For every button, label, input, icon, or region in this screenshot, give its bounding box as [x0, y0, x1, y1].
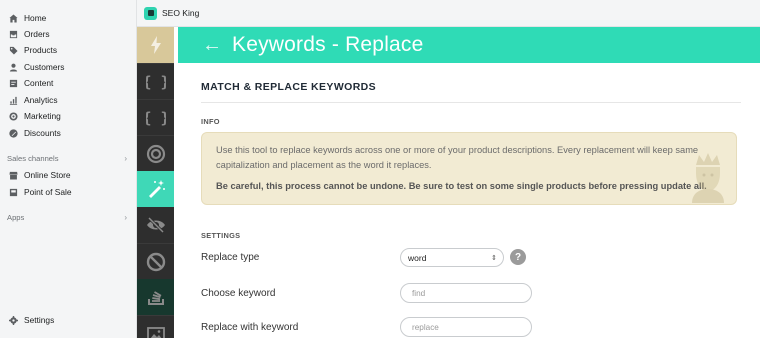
nav-label: Point of Sale: [24, 187, 72, 197]
nav-orders[interactable]: Orders: [8, 26, 50, 42]
select-arrows-icon: ⇕: [491, 254, 497, 262]
gear-icon: [8, 315, 18, 325]
lightning-icon: [150, 36, 161, 54]
nav-label: Customers: [24, 62, 65, 72]
nav-label: Settings: [24, 315, 55, 325]
rail-magic-wand[interactable]: [137, 171, 174, 207]
sales-channels-label: Sales channels: [7, 154, 59, 163]
pos-icon: [8, 187, 18, 197]
rail-hidden[interactable]: [137, 207, 174, 243]
replace-type-value: word: [408, 252, 427, 263]
back-arrow-icon[interactable]: ←: [202, 34, 222, 57]
image-icon: [146, 326, 165, 338]
chevron-right-icon: ›: [124, 213, 127, 222]
chevron-right-icon: ›: [124, 154, 127, 163]
divider: [201, 102, 741, 103]
eye-slash-icon: [146, 216, 165, 234]
no-icon: [146, 252, 165, 271]
store-icon: [8, 170, 18, 180]
settings-label: SETTINGS: [201, 231, 241, 240]
nav-content[interactable]: Content: [8, 75, 53, 91]
nav-customers[interactable]: Customers: [8, 59, 65, 75]
magic-wand-icon: [148, 180, 165, 198]
rail-image[interactable]: [137, 315, 174, 338]
replace-type-label: Replace type: [201, 252, 260, 263]
help-icon[interactable]: ?: [510, 249, 526, 265]
svg-text:{ }: { }: [146, 73, 166, 91]
nav-products[interactable]: Products: [8, 42, 57, 58]
stack-icon: [147, 291, 164, 305]
nav-online-store[interactable]: Online Store: [8, 167, 71, 183]
braces-icon: { }: [146, 73, 166, 91]
info-label: INFO: [201, 117, 220, 126]
nav-label: Online Store: [24, 170, 71, 180]
rail-stack[interactable]: [137, 279, 174, 315]
nav-label: Discounts: [24, 128, 61, 138]
nav-home[interactable]: Home: [8, 10, 46, 26]
nav-analytics[interactable]: Analytics: [8, 92, 58, 108]
replace-with-label: Replace with keyword: [201, 322, 299, 333]
rail-braces-1[interactable]: { }: [137, 63, 174, 99]
rail-lightning[interactable]: [137, 27, 174, 63]
nav-label: Products: [24, 45, 58, 55]
main-content: ← Keywords - Replace MATCH & REPLACE KEY…: [174, 27, 760, 338]
person-icon: [8, 62, 18, 72]
nav-settings[interactable]: Settings: [8, 312, 54, 328]
app-header: SEO King: [137, 0, 760, 27]
home-icon: [8, 13, 18, 23]
rail-target[interactable]: [137, 135, 174, 171]
app-logo: [144, 6, 157, 20]
nav-label: Analytics: [24, 95, 58, 105]
braces-icon: { }: [146, 109, 166, 127]
app-name: SEO King: [162, 8, 200, 18]
sales-channels-header[interactable]: Sales channels ›: [7, 154, 127, 163]
info-box: Use this tool to replace keywords across…: [201, 132, 737, 205]
target-icon: [8, 111, 18, 121]
find-keyword-input[interactable]: [400, 283, 532, 303]
tag-icon: [8, 45, 18, 55]
apps-label: Apps: [7, 213, 25, 222]
nav-marketing[interactable]: Marketing: [8, 108, 61, 124]
discount-icon: [8, 128, 18, 138]
replace-type-select[interactable]: word ⇕: [400, 248, 504, 267]
shopify-sidebar: Home Orders Products Customers Content A…: [0, 0, 137, 338]
nav-label: Marketing: [24, 111, 61, 121]
chart-icon: [8, 95, 18, 105]
choose-keyword-label: Choose keyword: [201, 288, 276, 299]
king-watermark-icon: [692, 153, 724, 203]
info-warning: Be careful, this process cannot be undon…: [216, 181, 707, 191]
app-icon-rail: { } { }: [137, 27, 174, 338]
content-icon: [8, 78, 18, 88]
section-title: MATCH & REPLACE KEYWORDS: [201, 81, 377, 93]
apps-header[interactable]: Apps ›: [7, 213, 127, 222]
page-title: Keywords - Replace: [232, 33, 424, 56]
svg-text:{ }: { }: [146, 109, 166, 127]
nav-point-of-sale[interactable]: Point of Sale: [8, 184, 72, 200]
orders-icon: [8, 29, 18, 39]
replace-keyword-input[interactable]: [400, 317, 532, 337]
page-header: ← Keywords - Replace: [178, 27, 760, 63]
target-icon: [146, 144, 165, 163]
nav-discounts[interactable]: Discounts: [8, 125, 61, 141]
nav-label: Orders: [24, 29, 50, 39]
nav-label: Content: [24, 78, 54, 88]
info-text: Use this tool to replace keywords across…: [216, 145, 699, 170]
rail-braces-2[interactable]: { }: [137, 99, 174, 135]
rail-blocked[interactable]: [137, 243, 174, 279]
nav-label: Home: [24, 13, 47, 23]
